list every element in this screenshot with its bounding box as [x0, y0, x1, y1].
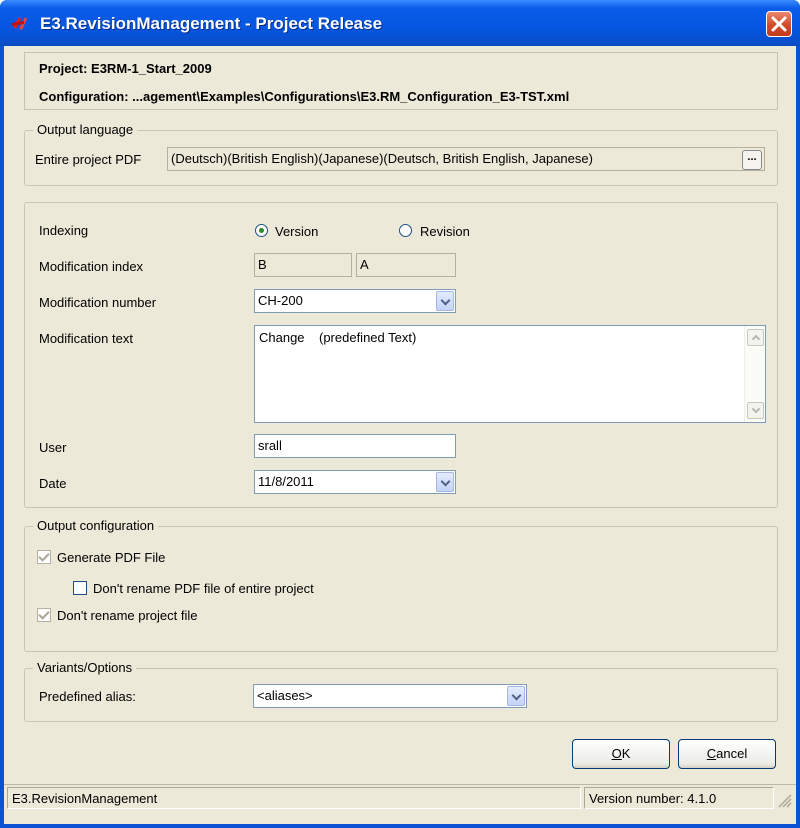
modification-index-field-1: B [254, 253, 352, 277]
status-version: Version number: 4.1.0 [584, 787, 774, 809]
output-language-group: Output language Entire project PDF (Deut… [24, 122, 778, 186]
chevron-down-icon[interactable] [436, 472, 454, 492]
e3-logo-icon [12, 17, 27, 30]
scroll-down-icon[interactable] [747, 402, 764, 419]
status-app-name: E3.RevisionManagement [7, 787, 581, 809]
configuration-value: ...agement\Examples\Configurations\E3.RM… [132, 89, 570, 104]
ok-button[interactable]: OK [572, 739, 670, 769]
title-bar[interactable]: E3.RevisionManagement - Project Release [0, 0, 800, 46]
dont-rename-project-label[interactable]: Don't rename project file [57, 608, 198, 624]
cancel-mnemonic: C [706, 746, 717, 761]
modification-index-field-2: A [356, 253, 456, 277]
modification-index-value-2: A [360, 257, 369, 272]
modification-number-select[interactable]: CH-200 [254, 289, 456, 313]
generate-pdf-label[interactable]: Generate PDF File [57, 550, 165, 566]
cancel-label-rest: ancel [716, 746, 748, 761]
scroll-up-icon[interactable] [747, 329, 764, 346]
dont-rename-project-checkbox[interactable] [37, 608, 51, 622]
predefined-alias-select[interactable]: <aliases> [253, 684, 527, 708]
output-language-legend: Output language [33, 122, 138, 138]
resize-grip-icon[interactable] [778, 794, 792, 808]
entire-project-pdf-value: (Deutsch)(British English)(Japanese)(Deu… [171, 151, 593, 166]
dialog-window: E3.RevisionManagement - Project Release … [0, 0, 800, 828]
user-input[interactable]: srall [254, 434, 456, 458]
chevron-down-icon[interactable] [436, 291, 454, 311]
configuration-label: Configuration: [39, 89, 129, 104]
window-title: E3.RevisionManagement - Project Release [40, 14, 383, 33]
status-bar: E3.RevisionManagement Version number: 4.… [4, 784, 796, 810]
entire-project-pdf-label: Entire project PDF [35, 152, 142, 167]
project-line: Project: E3RM-1_Start_2009 [39, 61, 212, 76]
modification-text-scrollbar[interactable] [744, 326, 765, 422]
modification-text-value: Change (predefined Text) [259, 330, 417, 345]
date-value: 11/8/2011 [258, 474, 314, 489]
modification-text-area[interactable]: Change (predefined Text) [254, 325, 766, 423]
predefined-alias-value: <aliases> [257, 688, 313, 703]
modification-index-label: Modification index [39, 259, 144, 274]
predefined-alias-label: Predefined alias: [39, 689, 136, 704]
output-configuration-legend: Output configuration [33, 518, 159, 534]
entire-project-pdf-field: (Deutsch)(British English)(Japanese)(Deu… [167, 147, 765, 171]
cancel-button[interactable]: Cancel [678, 739, 776, 769]
configuration-line: Configuration: ...agement\Examples\Confi… [39, 89, 569, 104]
user-value: srall [258, 438, 282, 453]
modification-text-label: Modification text [39, 331, 133, 346]
variants-options-group: Variants/Options Predefined alias: <alia… [24, 660, 778, 722]
browse-languages-button[interactable]: ... [742, 150, 762, 170]
radio-revision[interactable] [399, 224, 412, 237]
dont-rename-pdf-label[interactable]: Don't rename PDF file of entire project [93, 581, 314, 597]
indexing-label: Indexing [39, 223, 89, 238]
project-label: Project: [39, 61, 88, 76]
generate-pdf-checkbox[interactable] [37, 550, 51, 564]
modification-number-value: CH-200 [258, 293, 303, 308]
modification-number-label: Modification number [39, 295, 157, 310]
project-value: E3RM-1_Start_2009 [91, 61, 212, 76]
variants-options-legend: Variants/Options [33, 660, 137, 676]
modification-index-value-1: B [258, 257, 267, 272]
close-button[interactable] [766, 11, 792, 37]
dialog-client-area: Project: E3RM-1_Start_2009 Configuration… [4, 46, 796, 824]
output-configuration-group: Output configuration Generate PDF File D… [24, 518, 778, 652]
radio-version-label[interactable]: Version [275, 224, 318, 240]
project-info-panel: Project: E3RM-1_Start_2009 Configuration… [24, 52, 778, 110]
radio-revision-label[interactable]: Revision [420, 224, 470, 240]
ok-mnemonic: O [611, 746, 622, 761]
chevron-down-icon[interactable] [507, 686, 525, 706]
revision-parameters-group: Indexing Version Revision Modification i… [24, 202, 778, 508]
ok-label-rest: K [621, 746, 631, 761]
date-label: Date [39, 476, 67, 491]
close-icon [771, 16, 787, 32]
dont-rename-pdf-checkbox[interactable] [73, 581, 87, 595]
date-picker[interactable]: 11/8/2011 [254, 470, 456, 494]
radio-version[interactable] [255, 224, 268, 237]
user-label: User [39, 440, 67, 455]
